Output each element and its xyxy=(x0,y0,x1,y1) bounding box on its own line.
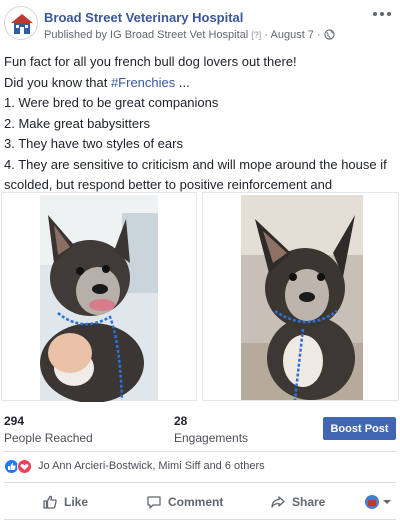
post-line-2-text: Did you know that xyxy=(4,74,111,90)
share-label: Share xyxy=(292,495,326,509)
share-button[interactable]: Share xyxy=(270,488,325,516)
post-item-2: 2. Make great babysitters xyxy=(4,115,150,131)
reactors-text[interactable]: Jo Ann Arcieri-Bostwick, Mimi Siff and 6… xyxy=(38,460,265,472)
thumbs-up-icon xyxy=(43,495,57,509)
more-options-icon[interactable] xyxy=(370,6,394,22)
post-item-1: 1. Were bred to be great companions xyxy=(4,95,219,110)
comment-icon xyxy=(147,496,161,509)
share-icon xyxy=(271,496,285,508)
post-item-3: 3. They have two styles of ears xyxy=(4,136,183,151)
post-actions: Like Comment Share xyxy=(0,488,400,516)
post-date-link[interactable]: August 7 xyxy=(271,29,314,41)
post-line-1: Fun fact for all you french bull dog lov… xyxy=(4,54,297,69)
meta-separator: · xyxy=(264,29,269,41)
divider xyxy=(4,519,396,520)
published-by-text: Published by IG Broad Street Vet Hospita… xyxy=(44,29,249,41)
engagements-label: Engagements xyxy=(174,431,249,445)
love-reaction-icon xyxy=(17,459,32,474)
boost-post-button[interactable]: Boost Post xyxy=(323,417,396,440)
comment-button[interactable]: Comment xyxy=(146,488,223,516)
hospital-logo-icon[interactable] xyxy=(4,6,38,40)
engagements-value[interactable]: 28 xyxy=(174,414,187,428)
hashtag-link[interactable]: #Frenchies xyxy=(111,75,175,90)
photo-left[interactable] xyxy=(1,192,197,403)
french-bulldog-photo-1 xyxy=(40,195,158,403)
post-header: Broad Street Veterinary Hospital Publish… xyxy=(0,0,400,46)
globe-icon[interactable] xyxy=(324,29,335,43)
help-marker[interactable]: [?] xyxy=(251,30,261,40)
photo-right[interactable] xyxy=(202,192,399,401)
like-button[interactable]: Like xyxy=(42,488,88,516)
photo-gallery xyxy=(0,192,400,403)
post-line-2: Did you know that #Frenchies ... xyxy=(4,73,398,94)
date-separator: · xyxy=(316,29,321,41)
post-line-2-ellipsis: ... xyxy=(175,74,190,90)
french-bulldog-photo-2 xyxy=(241,195,363,401)
people-reached-label: People Reached xyxy=(4,431,93,445)
page-avatar-dropdown-icon[interactable] xyxy=(364,494,394,510)
divider xyxy=(4,482,396,483)
divider xyxy=(4,451,396,452)
post-insights: 294 People Reached 28 Engagements Boost … xyxy=(0,410,400,448)
like-label: Like xyxy=(64,495,89,509)
comment-label: Comment xyxy=(168,495,224,509)
post-meta: Published by IG Broad Street Vet Hospita… xyxy=(44,29,335,43)
people-reached-value[interactable]: 294 xyxy=(4,414,24,428)
page-name-link[interactable]: Broad Street Veterinary Hospital xyxy=(44,10,243,25)
